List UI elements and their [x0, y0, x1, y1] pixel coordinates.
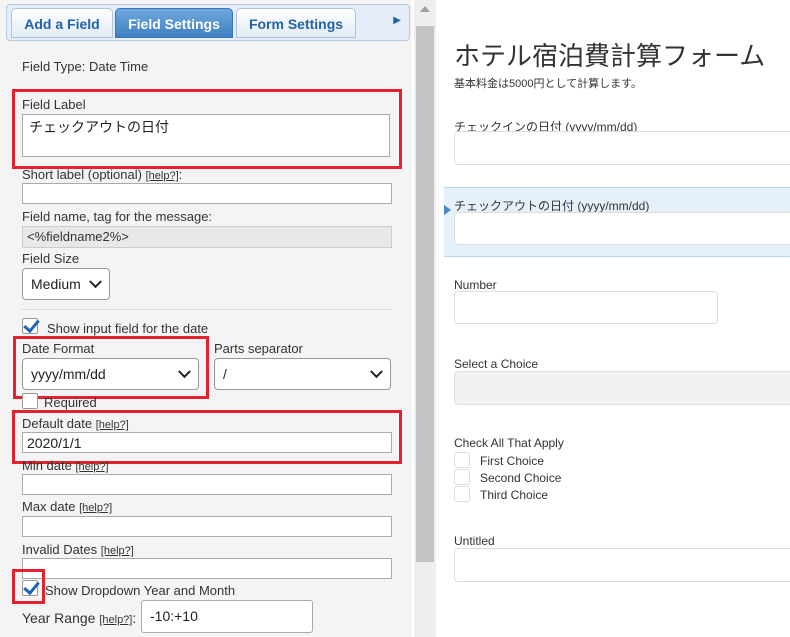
select-label: Select a Choice [454, 357, 539, 371]
invalid-dates-text: Invalid Dates [22, 542, 98, 557]
invalid-dates-input[interactable] [22, 558, 392, 579]
tab-field-settings[interactable]: Field Settings [115, 8, 233, 38]
choice-label: First Choice [480, 454, 545, 468]
choice-checkbox[interactable] [454, 469, 470, 485]
invalid-dates-caption: Invalid Dates [help?] [22, 542, 134, 557]
untitled-input[interactable] [454, 548, 790, 582]
short-label-input[interactable] [22, 183, 392, 204]
min-date-input[interactable] [22, 474, 392, 495]
date-format-caption: Date Format [22, 341, 95, 356]
default-date-caption: Default date [help?] [22, 416, 129, 431]
chevron-down-icon [89, 275, 102, 289]
min-date-text: Min date [22, 458, 72, 473]
invalid-dates-help-link[interactable]: [help?] [101, 545, 134, 557]
parts-separator-select[interactable]: / [214, 358, 391, 390]
max-date-input[interactable] [22, 516, 392, 537]
min-date-caption: Min date [help?] [22, 458, 109, 473]
max-date-help-link[interactable]: [help?] [79, 502, 112, 514]
checkout-input[interactable] [454, 212, 790, 245]
number-input[interactable] [454, 291, 718, 324]
required-checkbox[interactable] [22, 393, 38, 409]
year-range-caption: Year Range [help?]: [22, 610, 136, 626]
choice-label: Second Choice [480, 471, 562, 485]
tab-form-settings[interactable]: Form Settings [236, 8, 356, 38]
field-size-select[interactable]: Medium [22, 268, 110, 300]
field-name-caption: Field name, tag for the message: [22, 209, 213, 224]
tab-add-a-field[interactable]: Add a Field [11, 8, 113, 38]
year-range-text: Year Range [22, 610, 96, 626]
scrollbar[interactable] [414, 0, 436, 637]
short-label-suffix: : [178, 167, 183, 182]
show-input-checkbox[interactable] [22, 318, 38, 334]
scrollbar-thumb[interactable] [416, 26, 434, 562]
form-preview: ホテル宿泊費計算フォーム 基本料金は5000円として計算します。 チェックインの… [436, 0, 790, 637]
triangle-right-icon [444, 205, 451, 215]
max-date-text: Max date [22, 499, 76, 514]
choice-checkbox[interactable] [454, 452, 470, 468]
form-description: 基本料金は5000円として計算します。 [454, 78, 643, 90]
scroll-up-icon[interactable] [420, 6, 430, 12]
short-label-caption: Short label (optional) [help?]: [22, 167, 182, 182]
chevron-down-icon [370, 365, 383, 379]
parts-separator-value: / [223, 366, 227, 382]
short-label-text: Short label (optional) [22, 167, 142, 182]
select-input[interactable] [454, 371, 790, 405]
max-date-caption: Max date [help?] [22, 499, 112, 514]
triangle-right-icon[interactable]: ▶ [393, 15, 401, 26]
form-title: ホテル宿泊費計算フォーム [454, 42, 766, 72]
default-date-input[interactable]: 2020/1/1 [22, 432, 392, 453]
show-input-label: Show input field for the date [47, 321, 209, 336]
year-range-input[interactable]: -10:+10 [141, 600, 313, 633]
field-label-textarea[interactable]: チェックアウトの日付 [22, 114, 390, 157]
checkin-input[interactable] [454, 131, 790, 165]
field-name-input: <%fieldname2%> [22, 226, 392, 248]
divider [22, 309, 392, 310]
year-range-help-link[interactable]: [help?] [99, 614, 132, 626]
short-label-help-link[interactable]: [help?] [146, 170, 179, 182]
choice-label: Third Choice [480, 488, 549, 502]
min-date-help-link[interactable]: [help?] [76, 461, 109, 473]
default-date-help-link[interactable]: [help?] [96, 419, 129, 431]
untitled-label: Untitled [454, 534, 495, 548]
field-size-caption: Field Size [22, 251, 80, 266]
field-size-value: Medium [31, 276, 81, 292]
parts-separator-caption: Parts separator [214, 341, 303, 356]
year-range-suffix: : [132, 610, 137, 626]
show-dropdown-label: Show Dropdown Year and Month [45, 583, 236, 598]
required-label: Required [44, 395, 97, 410]
default-date-text: Default date [22, 416, 93, 431]
date-format-value: yyyy/mm/dd [31, 366, 106, 382]
field-type-text: Field Type: Date Time [22, 59, 149, 74]
field-label-caption: Field Label [22, 97, 86, 112]
tab-bar: Add a Field Field Settings Form Settings… [6, 4, 410, 41]
settings-panel: Add a Field Field Settings Form Settings… [0, 0, 412, 637]
checkall-label: Check All That Apply [454, 436, 564, 450]
number-label: Number [454, 278, 497, 292]
chevron-down-icon [178, 365, 191, 379]
date-format-select[interactable]: yyyy/mm/dd [22, 358, 199, 390]
show-dropdown-checkbox[interactable] [22, 580, 38, 596]
choice-checkbox[interactable] [454, 486, 470, 502]
